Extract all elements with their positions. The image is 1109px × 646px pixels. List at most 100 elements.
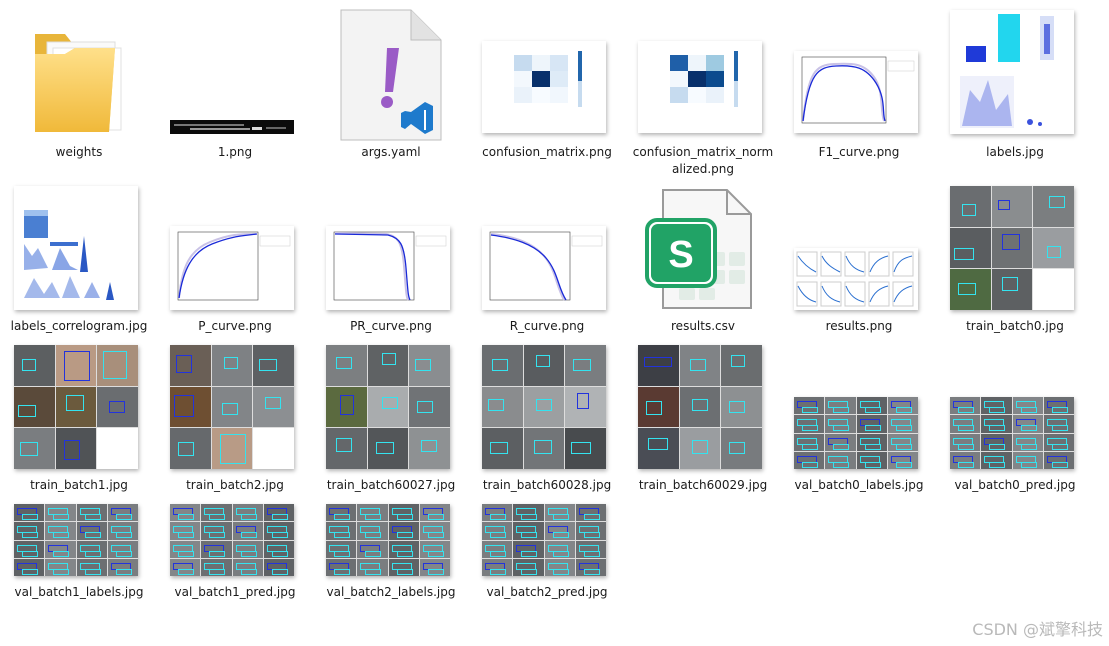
detection-box: [583, 532, 600, 539]
detection-box: [490, 550, 506, 557]
file-name: val_batch2_labels.jpg: [326, 585, 456, 599]
train-batch60027-thumbnail: [326, 345, 450, 469]
file-name: val_batch0_labels.jpg: [794, 478, 924, 492]
mosaic-tile: [1012, 415, 1043, 433]
detection-box: [178, 514, 194, 520]
file-name: 1.png: [217, 145, 253, 159]
mosaic-tile: [419, 558, 450, 576]
detection-box: [1051, 407, 1068, 413]
mosaic-tile: [482, 522, 513, 540]
mosaic-tile: [14, 558, 45, 576]
mosaic-tile: [326, 522, 357, 540]
mosaic-tile: [1043, 397, 1074, 415]
detection-box: [334, 568, 350, 575]
detection-box: [22, 550, 38, 557]
mosaic-tile: [544, 522, 575, 540]
detection-box: [427, 550, 444, 557]
mosaic-tile: [482, 558, 513, 576]
mosaic-tile: [1043, 415, 1074, 433]
mosaic-tile: [45, 540, 76, 558]
val-batch0-pred-thumbnail: [950, 397, 1074, 469]
mosaic-tile: [170, 522, 201, 540]
detection-box: [895, 425, 912, 432]
detection-box: [115, 568, 132, 575]
mosaic-tile: [107, 540, 138, 558]
detection-box: [1051, 443, 1068, 450]
mosaic-tile: [201, 558, 232, 576]
mosaic-tile: [825, 397, 856, 415]
detection-box: [958, 461, 974, 468]
detection-box: [490, 532, 506, 539]
detection-box: [958, 407, 974, 413]
detection-box: [271, 514, 288, 520]
detection-box: [115, 514, 132, 520]
detection-box: [958, 443, 974, 450]
f1-curve-thumbnail: [794, 51, 918, 133]
detection-box: [427, 568, 444, 575]
mosaic-tile: [887, 397, 918, 415]
detection-box: [1051, 461, 1068, 468]
labels-correlogram-thumbnail: [14, 186, 138, 310]
file-name: val_batch2_pred.jpg: [486, 585, 608, 599]
mosaic-tile: [170, 504, 201, 522]
detection-box: [583, 568, 600, 575]
mosaic-tile: [1043, 451, 1074, 469]
file-name: val_batch0_pred.jpg: [954, 478, 1076, 492]
file-name: F1_curve.png: [818, 145, 900, 159]
detection-box: [833, 443, 850, 450]
mosaic-tile: [201, 540, 232, 558]
val-batch2-labels-thumbnail: [326, 504, 450, 576]
mosaic-tile: [107, 522, 138, 540]
mosaic-tile: [263, 504, 294, 522]
mosaic-tile: [76, 504, 107, 522]
detection-box: [1020, 425, 1037, 432]
file-name: args.yaml: [361, 145, 421, 159]
detection-box: [583, 550, 600, 557]
val-batch1-pred-thumbnail: [170, 504, 294, 576]
detection-box: [802, 461, 818, 468]
detection-box: [53, 532, 70, 539]
mosaic-tile: [419, 522, 450, 540]
mosaic-tile: [76, 522, 107, 540]
detection-box: [895, 461, 912, 468]
mosaic-tile: [107, 504, 138, 522]
detection-box: [115, 532, 132, 539]
mosaic-tile: [513, 558, 544, 576]
mosaic-tile: [856, 397, 887, 415]
mosaic-tile: [544, 558, 575, 576]
terminal-thumbnail: [170, 120, 294, 134]
mosaic-tile: [981, 415, 1012, 433]
mosaic-tile: [794, 451, 825, 469]
file-name: results.csv: [671, 319, 735, 333]
detection-box: [209, 550, 226, 557]
detection-box: [1020, 407, 1037, 413]
mosaic-tile: [794, 433, 825, 451]
watermark: CSDN @斌擎科技: [972, 620, 1103, 639]
detection-box: [334, 514, 350, 520]
detection-box: [396, 514, 413, 520]
detection-box: [22, 532, 38, 539]
mosaic-tile: [326, 540, 357, 558]
detection-box: [84, 514, 101, 520]
mosaic-tile: [388, 558, 419, 576]
mosaic-tile: [45, 522, 76, 540]
detection-box: [521, 532, 538, 539]
detection-box: [178, 532, 194, 539]
val-batch1-labels-thumbnail: [14, 504, 138, 576]
detection-box: [396, 532, 413, 539]
train-batch1-thumbnail: [14, 345, 138, 469]
detection-box: [802, 407, 818, 413]
file-name: train_batch0.jpg: [966, 319, 1064, 333]
detection-box: [833, 425, 850, 432]
confusion-matrix-thumbnail: [482, 41, 606, 133]
detection-box: [521, 550, 538, 557]
file-name: results.png: [825, 319, 893, 333]
mosaic-tile: [887, 451, 918, 469]
mosaic-tile: [76, 540, 107, 558]
mosaic-tile: [14, 522, 45, 540]
detection-box: [240, 550, 257, 557]
detection-box: [802, 425, 818, 432]
mosaic-tile: [388, 540, 419, 558]
file-name: R_curve.png: [509, 319, 585, 333]
detection-box: [209, 514, 226, 520]
